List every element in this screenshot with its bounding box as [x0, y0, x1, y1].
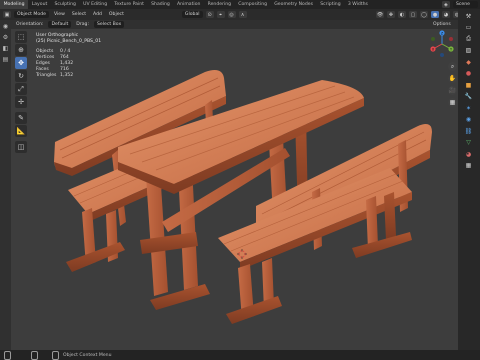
picnic-bench-model[interactable]: [0, 0, 458, 350]
material-properties-icon[interactable]: ◕: [464, 150, 473, 159]
object-properties-icon[interactable]: ■: [464, 81, 473, 90]
world-properties-icon[interactable]: ●: [464, 69, 473, 78]
camera-view-icon[interactable]: 🎥: [448, 86, 457, 95]
modifier-properties-icon[interactable]: 🔧: [464, 92, 473, 101]
physics-properties-icon[interactable]: ◉: [464, 115, 473, 124]
mouse-left-icon: [4, 350, 11, 360]
status-text: Object Context Menu: [63, 352, 112, 358]
scene-properties-icon[interactable]: ◆: [464, 58, 473, 67]
ortho-grid-icon[interactable]: ▦: [448, 98, 457, 107]
constraints-properties-icon[interactable]: ⛓: [464, 127, 473, 136]
mouse-middle-icon: [31, 350, 38, 360]
output-properties-icon[interactable]: ⎙: [464, 35, 473, 44]
navigation-gizmo[interactable]: Z X Y: [428, 30, 456, 58]
data-properties-icon[interactable]: ▽: [464, 138, 473, 147]
texture-properties-icon[interactable]: ▦: [464, 161, 473, 170]
tool-properties-icon[interactable]: ⚒: [464, 12, 473, 21]
render-properties-icon[interactable]: ▭: [464, 23, 473, 32]
particles-properties-icon[interactable]: ✶: [464, 104, 473, 113]
pan-hand-icon[interactable]: ✋: [448, 74, 457, 83]
view-navigation: ⌕ ✋ 🎥 ▦: [448, 62, 457, 107]
mouse-right-icon: [52, 350, 59, 360]
view-layer-icon[interactable]: ▨: [464, 46, 473, 55]
status-bar: Object Context Menu: [0, 350, 480, 360]
properties-tabs: ⚒ ▭ ⎙ ▨ ◆ ● ■ 🔧 ✶ ◉ ⛓ ▽ ◕ ▦: [458, 9, 480, 350]
zoom-icon[interactable]: ⌕: [448, 62, 457, 71]
